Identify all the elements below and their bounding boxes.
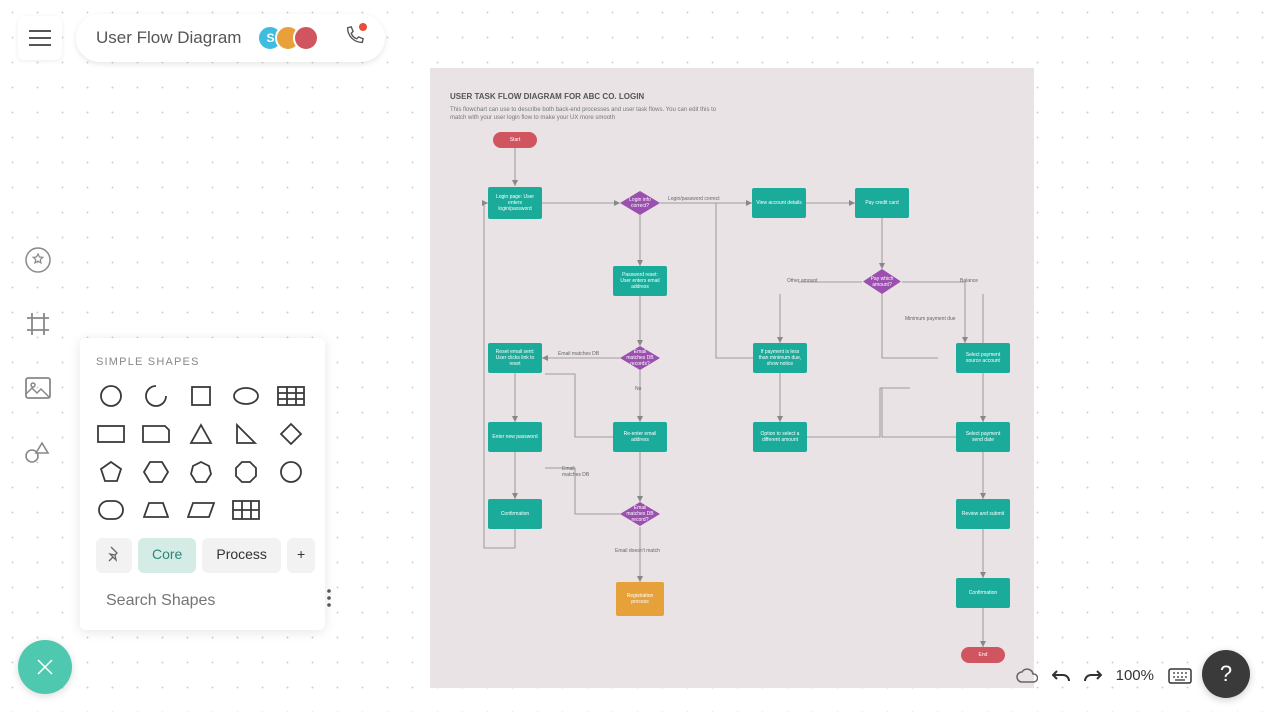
close-panel-button[interactable] [18, 640, 72, 694]
node-pay-credit[interactable]: Pay credit card [855, 188, 909, 218]
shape-arc[interactable] [141, 384, 171, 408]
shape-right-triangle[interactable] [231, 422, 261, 446]
document-title-bar: User Flow Diagram S [76, 14, 385, 62]
core-tab[interactable]: Core [138, 538, 196, 573]
shapes-grid [96, 384, 309, 522]
redo-button[interactable] [1084, 668, 1102, 684]
edge-label: Other amount [787, 278, 818, 284]
shape-triangle[interactable] [186, 422, 216, 446]
node-review-submit[interactable]: Review and submit [956, 499, 1010, 529]
node-reset-sent[interactable]: Reset email sent: User clicks link to re… [488, 343, 542, 373]
left-sidebar [18, 240, 58, 472]
frame-tool[interactable] [18, 304, 58, 344]
image-tool[interactable] [18, 368, 58, 408]
shape-card[interactable] [141, 422, 171, 446]
hamburger-icon [29, 30, 51, 46]
pin-tab[interactable] [96, 538, 132, 573]
panel-menu[interactable] [323, 585, 335, 616]
avatar[interactable] [293, 25, 319, 51]
shape-nonagon[interactable] [276, 460, 306, 484]
edge-label: Balance [960, 278, 978, 284]
image-icon [25, 377, 51, 399]
shape-rounded-rect[interactable] [96, 498, 126, 522]
undo-button[interactable] [1052, 668, 1070, 684]
shapes-panel: SIMPLE SHAPES Core Process + [80, 338, 325, 630]
search-row [96, 585, 309, 616]
dots-vertical-icon [327, 589, 331, 607]
node-end[interactable]: End [961, 647, 1005, 663]
node-confirmation2[interactable]: Confirmation [956, 578, 1010, 608]
redo-icon [1084, 668, 1102, 684]
pin-icon [106, 546, 122, 562]
edge-label: Login/password correct [668, 196, 720, 202]
search-shapes-input[interactable] [106, 592, 313, 610]
frame-icon [25, 311, 51, 337]
shape-circle[interactable] [96, 384, 126, 408]
shapes-icon [24, 439, 52, 465]
node-view-account[interactable]: View account details [752, 188, 806, 218]
shape-heptagon[interactable] [186, 460, 216, 484]
shape-trapezoid[interactable] [141, 498, 171, 522]
shape-grid[interactable] [231, 498, 261, 522]
process-tab[interactable]: Process [202, 538, 281, 573]
panel-section-label: SIMPLE SHAPES [96, 356, 309, 368]
shape-pentagon[interactable] [96, 460, 126, 484]
edge-label: Email doesn't match [615, 548, 660, 554]
close-icon [35, 657, 55, 677]
node-select-payment-date[interactable]: Select payment send date [956, 422, 1010, 452]
shape-octagon[interactable] [231, 460, 261, 484]
document-title[interactable]: User Flow Diagram [96, 28, 241, 48]
notification-dot [359, 23, 367, 31]
diagram-canvas[interactable]: USER TASK FLOW DIAGRAM FOR ABC CO. LOGIN… [430, 68, 1034, 688]
cloud-sync-button[interactable] [1016, 668, 1038, 684]
top-bar: User Flow Diagram S [18, 14, 385, 62]
shapes-compound-tool[interactable] [18, 432, 58, 472]
zoom-level[interactable]: 100% [1116, 667, 1154, 684]
node-pwd-reset[interactable]: Password reset: User enters email addres… [613, 266, 667, 296]
star-circle-icon [24, 246, 52, 274]
undo-icon [1052, 668, 1070, 684]
menu-button[interactable] [18, 16, 62, 60]
edge-label: Email matches DB [562, 466, 592, 478]
node-enter-new-pwd[interactable]: Enter new password [488, 422, 542, 452]
shapes-tool[interactable] [18, 240, 58, 280]
add-tab[interactable]: + [287, 538, 315, 573]
shape-diamond[interactable] [276, 422, 306, 446]
node-registration[interactable]: Registration process [616, 582, 664, 616]
node-confirmation[interactable]: Confirmation [488, 499, 542, 529]
cloud-icon [1016, 668, 1038, 684]
keyboard-icon [1168, 668, 1192, 684]
shape-ellipse[interactable] [231, 384, 261, 408]
node-select-payment-acct[interactable]: Select payment source account [956, 343, 1010, 373]
collaborator-avatars: S [257, 25, 319, 51]
node-if-less[interactable]: If payment is less than minimum due, sho… [753, 343, 807, 373]
view-controls: 100% [1016, 667, 1192, 684]
node-reenter-email[interactable]: Re-enter email address [613, 422, 667, 452]
edge-label: Minimum payment due [905, 316, 956, 322]
connector-lines [430, 68, 1034, 688]
node-option-select[interactable]: Option to select a different amount [753, 422, 807, 452]
node-login-page[interactable]: Login page: User enters login/password [488, 187, 542, 219]
edge-label: Email matches DB [558, 351, 599, 357]
panel-tabs: Core Process + [96, 538, 309, 573]
shape-square[interactable] [186, 384, 216, 408]
shape-hexagon[interactable] [141, 460, 171, 484]
call-button[interactable] [343, 25, 365, 52]
node-start[interactable]: Start [493, 132, 537, 148]
edge-label: No [635, 386, 641, 392]
keyboard-button[interactable] [1168, 668, 1192, 684]
shape-rectangle[interactable] [96, 422, 126, 446]
help-button[interactable]: ? [1202, 650, 1250, 698]
shape-table[interactable] [276, 384, 306, 408]
question-icon: ? [1220, 661, 1232, 687]
shape-parallelogram[interactable] [186, 498, 216, 522]
